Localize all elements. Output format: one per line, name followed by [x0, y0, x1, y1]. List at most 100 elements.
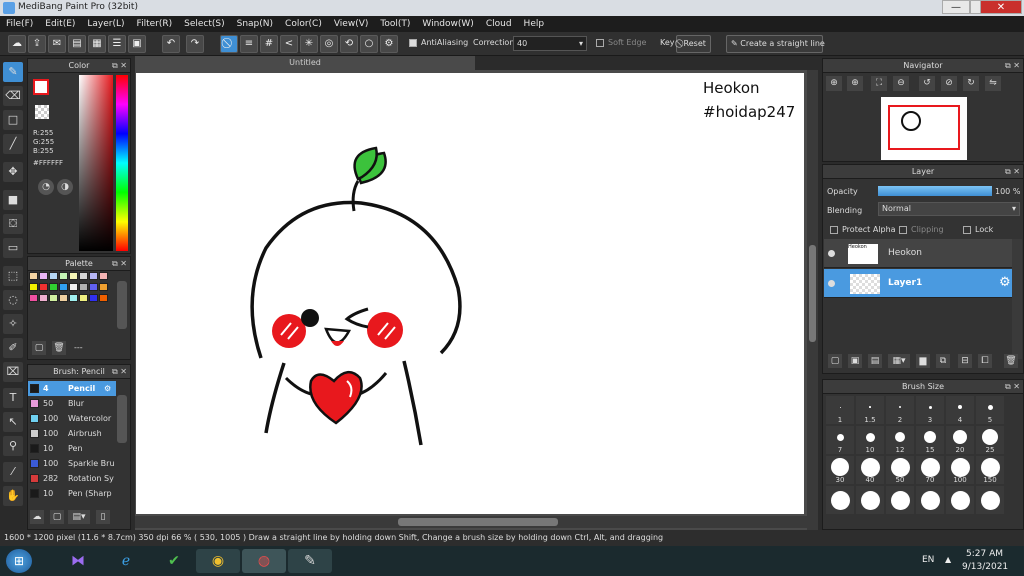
brush-size-cell[interactable]: 30: [826, 456, 854, 484]
paint-icon[interactable]: ✎: [288, 549, 332, 573]
layer-add-menu-icon[interactable]: ▦▾: [888, 354, 910, 368]
brush-size-cell[interactable]: 50: [886, 456, 914, 484]
snap-off-icon[interactable]: ⃠: [220, 35, 238, 53]
brush-item[interactable]: 4 Pencil ⚙: [28, 381, 116, 396]
menu-filter[interactable]: Filter(R): [131, 16, 179, 32]
palette-swatch[interactable]: [69, 272, 78, 280]
layer-row-heokon[interactable]: Heokon Heokon: [824, 239, 1022, 268]
palette-scrollbar[interactable]: [117, 281, 127, 329]
brush-size-cell[interactable]: [976, 486, 1004, 514]
panel-controls-icon[interactable]: ⧉ ✕: [112, 365, 127, 379]
brush-size-cell[interactable]: [826, 486, 854, 514]
new-8bit-layer-icon[interactable]: ▤: [868, 354, 882, 368]
snap-parallel-icon[interactable]: ≡: [240, 35, 258, 53]
transparent-swatch[interactable]: [35, 105, 49, 119]
clock-date[interactable]: 9/13/2021: [962, 562, 1008, 572]
menu-view[interactable]: View(V): [328, 16, 375, 32]
palette-swatch[interactable]: [79, 272, 88, 280]
menu-window[interactable]: Window(W): [416, 16, 479, 32]
menu-tool[interactable]: Tool(T): [374, 16, 416, 32]
snap-circle-icon[interactable]: ◎: [320, 35, 338, 53]
visual-studio-icon[interactable]: ⧓: [56, 549, 100, 573]
panel-controls-icon[interactable]: ⧉ ✕: [112, 59, 127, 73]
brush-size-cell[interactable]: 3: [916, 396, 944, 424]
chevron-up-icon[interactable]: ▲: [945, 555, 951, 564]
fill-rect-tool-icon[interactable]: ■: [3, 190, 23, 210]
correction-dropdown[interactable]: 40 ▾: [513, 36, 587, 51]
navigator-thumbnail[interactable]: [881, 97, 967, 160]
start-button-icon[interactable]: ⊞: [6, 549, 32, 573]
layer-row-layer1[interactable]: Layer1 ⚙: [824, 269, 1022, 298]
palette-swatch[interactable]: [29, 272, 38, 280]
delete-layer-icon[interactable]: 🗑: [1004, 354, 1018, 368]
menu-snap[interactable]: Snap(N): [231, 16, 279, 32]
palette-swatch[interactable]: [69, 283, 78, 291]
brush-size-cell[interactable]: 7: [826, 426, 854, 454]
palette-swatch[interactable]: [29, 294, 38, 302]
brush-options-icon[interactable]: ▤▾: [68, 510, 90, 524]
close-button[interactable]: ✕: [980, 0, 1022, 14]
clock-time[interactable]: 5:27 AM: [966, 549, 1003, 559]
medibang-icon[interactable]: ◍: [242, 549, 286, 573]
vertical-scroll-thumb[interactable]: [809, 245, 816, 342]
palette-swatch[interactable]: [89, 294, 98, 302]
brush-size-cell[interactable]: 40: [856, 456, 884, 484]
palette-swatch[interactable]: [49, 272, 58, 280]
snap-settings-icon[interactable]: ⚙: [380, 35, 398, 53]
soft-edge-checkbox[interactable]: Soft Edge: [596, 38, 646, 47]
menu-edit[interactable]: Edit(E): [39, 16, 81, 32]
palette-swatch[interactable]: [39, 272, 48, 280]
menu-cloud[interactable]: Cloud: [480, 16, 518, 32]
flip-icon[interactable]: ⇋: [985, 76, 1001, 91]
brush-size-cell[interactable]: 5: [976, 396, 1004, 424]
eraser-tool-icon[interactable]: ⌫: [3, 86, 23, 106]
brush-size-cell[interactable]: 1: [826, 396, 854, 424]
snap-ellipse-icon[interactable]: ○: [360, 35, 378, 53]
line-tool-icon[interactable]: ╱: [3, 134, 23, 154]
minimize-button[interactable]: —: [942, 0, 970, 14]
select-pen-icon[interactable]: ✐: [3, 338, 23, 358]
brush-size-cell[interactable]: 1.5: [856, 396, 884, 424]
palette-swatch[interactable]: [29, 283, 38, 291]
color-picker-icon[interactable]: ◑: [57, 179, 73, 195]
brush-size-cell[interactable]: 4: [946, 396, 974, 424]
magic-wand-icon[interactable]: ✧: [3, 314, 23, 334]
new-brush-icon[interactable]: ▢: [50, 510, 64, 524]
chat-icon[interactable]: ▤: [68, 35, 86, 53]
palette-swatch[interactable]: [59, 283, 68, 291]
brush-size-cell[interactable]: 12: [886, 426, 914, 454]
brush-item[interactable]: 282 Rotation Sy: [28, 471, 116, 486]
visibility-icon[interactable]: [828, 250, 835, 257]
undo-icon[interactable]: ↶: [162, 35, 180, 53]
select-rect-icon[interactable]: ⬚: [3, 266, 23, 286]
palette-swatch[interactable]: [79, 294, 88, 302]
panel-controls-icon[interactable]: ⧉ ✕: [112, 257, 127, 271]
antialiasing-checkbox[interactable]: AntiAliasing: [409, 38, 468, 47]
panel-controls-icon[interactable]: ⧉ ✕: [1005, 59, 1020, 73]
palette-swatch[interactable]: [79, 283, 88, 291]
zoom-out-icon[interactable]: ⊖: [893, 76, 909, 91]
brush-settings-icon[interactable]: ▯: [96, 510, 110, 524]
brush-tool-icon[interactable]: ✎: [3, 62, 23, 82]
color-wheel-icon[interactable]: ◔: [38, 179, 54, 195]
canvas-tab[interactable]: Untitled: [135, 56, 475, 70]
bucket-tool-icon[interactable]: ⛋: [3, 214, 23, 234]
palette-swatch[interactable]: [39, 294, 48, 302]
new-halftone-layer-icon[interactable]: ▣: [848, 354, 862, 368]
rotate-right-icon[interactable]: ↻: [963, 76, 979, 91]
snap-curve-icon[interactable]: ⟲: [340, 35, 358, 53]
brush-item[interactable]: 100 Sparkle Bru: [28, 456, 116, 471]
palette-swatch[interactable]: [99, 272, 108, 280]
palette-swatch[interactable]: [89, 272, 98, 280]
brush-size-cell[interactable]: 2: [886, 396, 914, 424]
palette-swatch[interactable]: [59, 272, 68, 280]
zoom-in-icon[interactable]: ⊕: [826, 76, 842, 91]
palette-swatch[interactable]: [69, 294, 78, 302]
brush-item[interactable]: 50 Blur: [28, 396, 116, 411]
brush-scrollbar[interactable]: [117, 395, 127, 443]
hand-tool-icon[interactable]: ✋: [3, 486, 23, 506]
horizontal-scrollbar[interactable]: [135, 516, 807, 528]
menu-select[interactable]: Select(S): [178, 16, 231, 32]
folder-icon[interactable]: ▆: [916, 354, 930, 368]
brush-size-cell[interactable]: [856, 486, 884, 514]
